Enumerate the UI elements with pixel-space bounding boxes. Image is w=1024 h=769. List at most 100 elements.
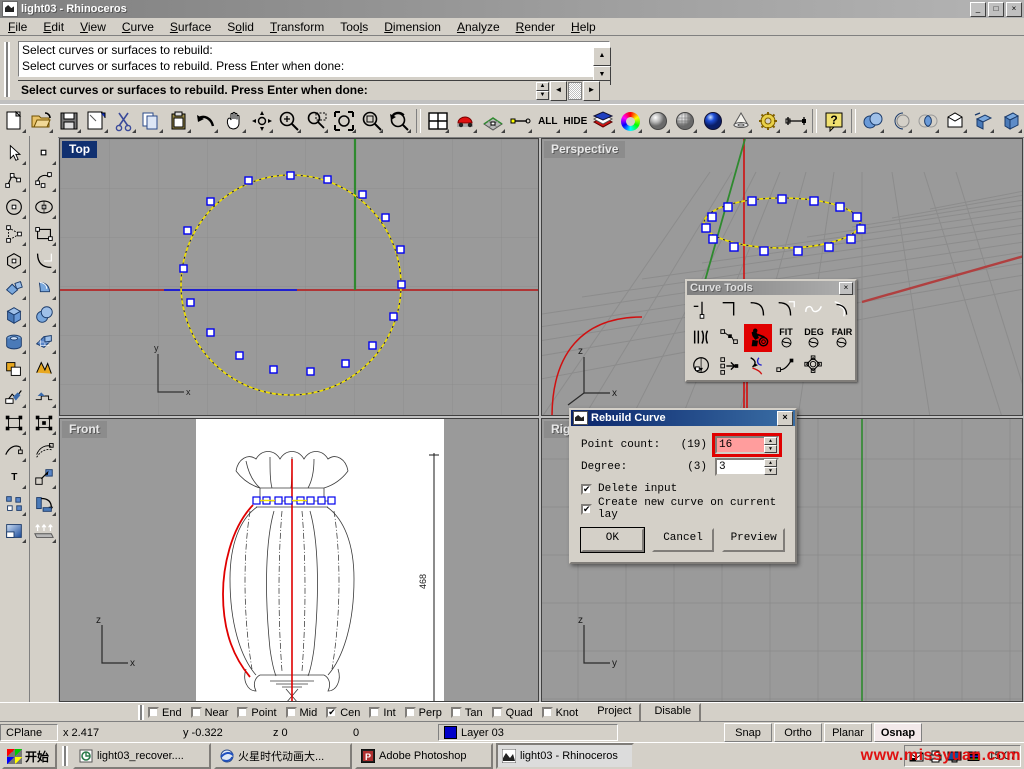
printer-icon[interactable]	[928, 749, 943, 764]
flyout-corner-icon[interactable]	[49, 129, 53, 133]
insert-control-point-icon[interactable]	[716, 352, 744, 380]
start-button[interactable]: 开始	[2, 743, 57, 769]
command-prompt-bar[interactable]: Select curves or surfaces to rebuild. Pr…	[18, 80, 610, 100]
curve-from-object-icon[interactable]	[1, 437, 27, 463]
flyout-corner-icon[interactable]	[104, 129, 108, 133]
pan-hand-icon[interactable]	[221, 108, 247, 134]
osnap-perp-checkbox[interactable]	[405, 707, 416, 718]
scroll-up-icon[interactable]: ▲	[593, 47, 611, 66]
flyout-corner-icon[interactable]	[1018, 129, 1022, 133]
render-properties-icon[interactable]	[755, 108, 781, 134]
mesh-surface-icon[interactable]	[31, 329, 57, 355]
osnap-mid-checkbox[interactable]	[286, 707, 297, 718]
osnap-quad-checkbox[interactable]	[492, 707, 503, 718]
point-count-stepper[interactable]: ▲ ▼	[764, 437, 777, 453]
save-icon[interactable]	[56, 108, 82, 134]
text-tool-icon[interactable]: T	[1, 464, 27, 490]
rotate-object-icon[interactable]	[31, 491, 57, 517]
flyout-corner-icon[interactable]	[22, 161, 26, 165]
viewport-front-canvas[interactable]: 468 z x	[60, 419, 539, 702]
color-wheel-icon[interactable]	[618, 108, 644, 134]
cylinder-hole-icon[interactable]	[1, 329, 27, 355]
create-new-curve-checkbox-row[interactable]: ✔ Create new curve on current lay	[581, 500, 785, 518]
command-nav-left[interactable]: ◄	[550, 81, 567, 101]
ortho-toggle[interactable]: Ortho	[774, 723, 822, 742]
flyout-corner-icon[interactable]	[52, 512, 56, 516]
fair-curve-icon[interactable]: FAIR	[828, 324, 856, 352]
array-linear-icon[interactable]	[31, 518, 57, 544]
flyout-corner-icon[interactable]	[242, 129, 246, 133]
flyout-corner-icon[interactable]	[22, 539, 26, 543]
command-history-scrollbar[interactable]: ▲ ▼	[593, 47, 609, 83]
flyout-corner-icon[interactable]	[159, 129, 163, 133]
degree-input[interactable]	[717, 460, 761, 474]
stepper-down-icon[interactable]: ▼	[764, 467, 777, 475]
spinner-up-icon[interactable]: ▲	[536, 82, 549, 91]
command-nav-right[interactable]: ►	[583, 81, 600, 101]
points-array-icon[interactable]	[1, 491, 27, 517]
stepper-up-icon[interactable]: ▲	[764, 459, 777, 467]
spotlight-cone-icon[interactable]	[728, 108, 754, 134]
osnap-cen-checkbox[interactable]: ✔	[326, 707, 337, 718]
minimize-button[interactable]: _	[970, 2, 986, 17]
blend-corner-icon[interactable]	[772, 296, 800, 324]
extrude-surface-icon[interactable]	[970, 108, 996, 134]
surface-from-curves-icon[interactable]	[1, 275, 27, 301]
flyout-corner-icon[interactable]	[611, 129, 615, 133]
osnap-knot[interactable]: Knot	[542, 707, 579, 719]
osnap-toggle[interactable]: Osnap	[874, 723, 922, 742]
flyout-corner-icon[interactable]	[935, 129, 939, 133]
flyout-corner-icon[interactable]	[52, 161, 56, 165]
flyout-corner-icon[interactable]	[52, 350, 56, 354]
preview-button[interactable]: Preview	[722, 528, 785, 552]
close-button[interactable]: ×	[1006, 2, 1022, 17]
flyout-corner-icon[interactable]	[187, 129, 191, 133]
new-file-icon[interactable]	[1, 108, 27, 134]
flyout-corner-icon[interactable]	[776, 129, 780, 133]
match-curve-icon[interactable]	[688, 324, 716, 352]
boolean-union-icon[interactable]	[860, 108, 886, 134]
offset-curve-icon[interactable]	[31, 437, 57, 463]
rectangle-icon[interactable]	[31, 221, 57, 247]
hide-objects-icon[interactable]: HIDE	[563, 108, 589, 134]
flyout-corner-icon[interactable]	[132, 129, 136, 133]
shade-sphere-icon[interactable]	[645, 108, 671, 134]
taskbar-button[interactable]: 火星时代动画大...	[214, 743, 352, 769]
osnap-tan[interactable]: Tan	[451, 707, 483, 719]
flyout-corner-icon[interactable]	[52, 323, 56, 327]
flyout-corner-icon[interactable]	[324, 129, 328, 133]
boolean-difference-icon[interactable]	[887, 108, 913, 134]
taskbar-button[interactable]: light03_recover....	[73, 743, 211, 769]
flyout-corner-icon[interactable]	[721, 129, 725, 133]
menu-item-render[interactable]: Render	[508, 19, 563, 35]
degree-stepper[interactable]: ▲ ▼	[764, 459, 777, 475]
move-object-icon[interactable]	[31, 464, 57, 490]
polygon-icon[interactable]	[1, 248, 27, 274]
tray-clock[interactable]: 15:07	[985, 750, 1016, 762]
create-new-curve-checkbox[interactable]: ✔	[581, 504, 592, 515]
open-folder-icon[interactable]	[29, 108, 55, 134]
flyout-corner-icon[interactable]	[803, 129, 807, 133]
select-arrow-icon[interactable]	[1, 140, 27, 166]
split-curve-icon[interactable]	[744, 352, 772, 380]
flyout-corner-icon[interactable]	[583, 129, 587, 133]
flyout-corner-icon[interactable]	[528, 129, 532, 133]
viewport-front[interactable]: 468 z x Front	[59, 418, 539, 702]
osnap-perp[interactable]: Perp	[405, 707, 442, 719]
cancel-button[interactable]: Cancel	[652, 528, 715, 552]
flyout-corner-icon[interactable]	[22, 350, 26, 354]
flyout-corner-icon[interactable]	[52, 296, 56, 300]
cplane-cell[interactable]: CPlane	[0, 724, 58, 741]
curve-from-surface-icon[interactable]	[828, 296, 856, 324]
zoom-selected-icon[interactable]	[359, 108, 385, 134]
flyout-corner-icon[interactable]	[908, 129, 912, 133]
flow-deform-icon[interactable]	[31, 383, 57, 409]
all-layers-icon[interactable]: ALL	[535, 108, 561, 134]
curve-through-points-icon[interactable]	[716, 324, 744, 352]
menu-item-transform[interactable]: Transform	[262, 19, 332, 35]
command-history[interactable]: Select curves or surfaces to rebuild: Se…	[18, 41, 610, 77]
rebuild-curve-dialog[interactable]: Rebuild Curve × Point count: (19) ▲ ▼ De…	[569, 408, 797, 564]
flyout-corner-icon[interactable]	[352, 129, 356, 133]
curve-corner-icon[interactable]	[744, 296, 772, 324]
flyout-corner-icon[interactable]	[880, 129, 884, 133]
